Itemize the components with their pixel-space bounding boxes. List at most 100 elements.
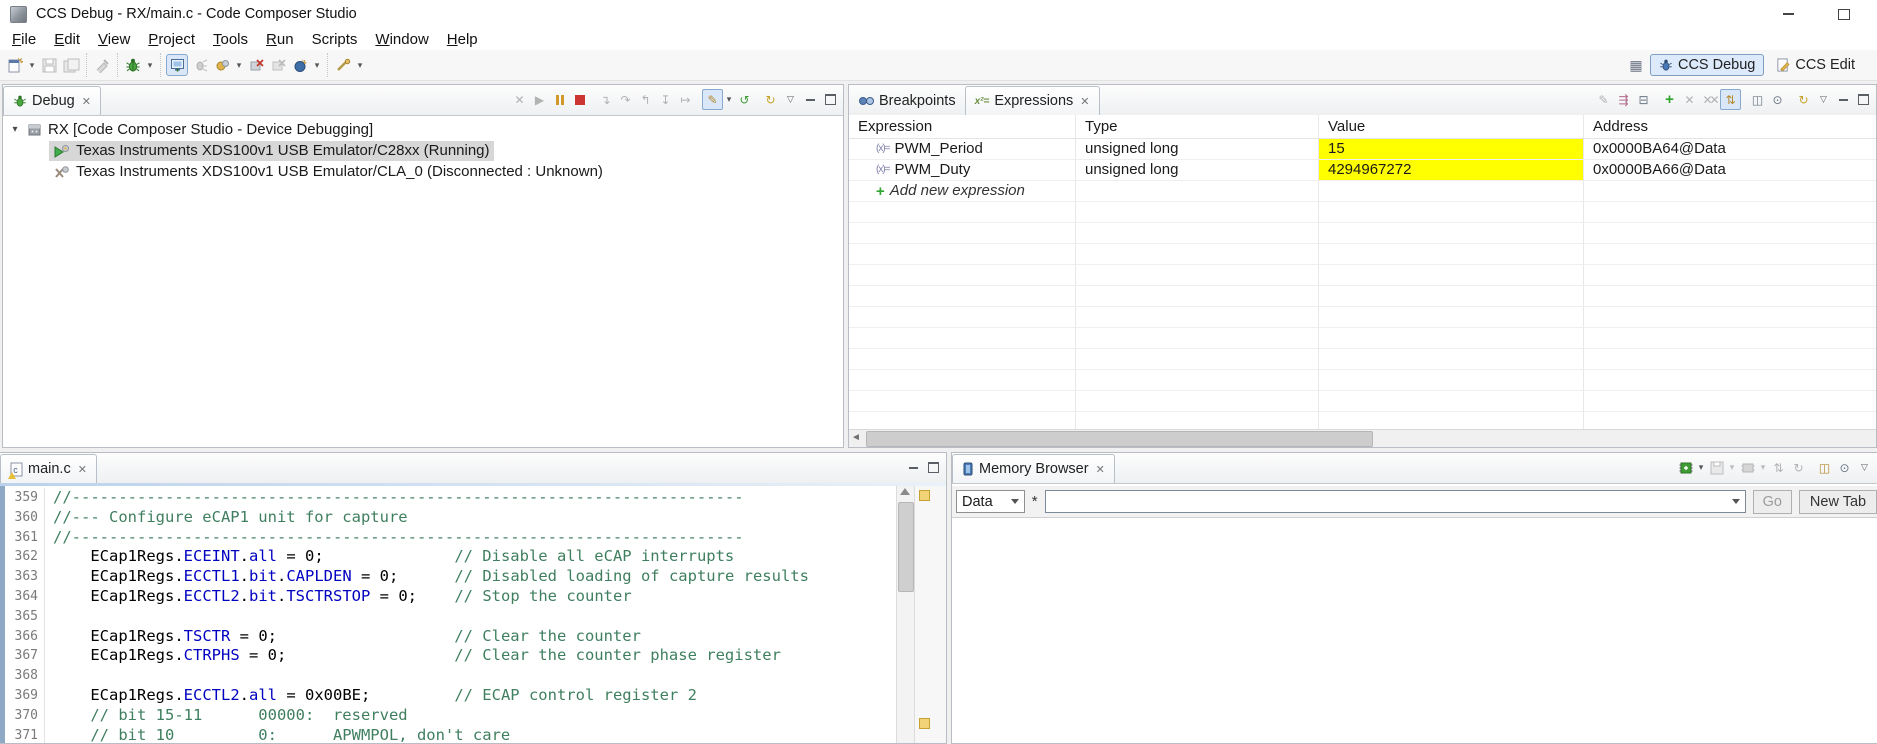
menu-item-help[interactable]: Help [438, 30, 487, 49]
code-area[interactable]: 359 //-----------------------------------… [5, 488, 899, 743]
refresh-icon[interactable]: ↻ [1794, 90, 1813, 109]
maximize-view-icon[interactable] [924, 458, 943, 477]
warning-marker-icon[interactable] [919, 718, 930, 729]
profile-dropdown-icon[interactable]: ▾ [234, 60, 244, 71]
close-icon[interactable]: ✕ [82, 95, 91, 108]
instruction-step-icon[interactable]: ↦ [676, 90, 695, 109]
tab-expressions[interactable]: x²= Expressions ✕ [964, 86, 1100, 115]
view-menu-icon[interactable]: ▽ [781, 90, 800, 109]
debug-dropdown-icon[interactable]: ▾ [145, 60, 155, 71]
debug-tree-item[interactable]: ▾ RX [Code Composer Studio - Device Debug… [3, 119, 843, 140]
load-dropdown-icon[interactable]: ▾ [1696, 462, 1706, 473]
tab-breakpoints[interactable]: Breakpoints [849, 87, 965, 115]
flash-icon[interactable] [290, 55, 310, 75]
save-all-icon[interactable] [61, 55, 81, 75]
view-menu-icon[interactable]: ▽ [1855, 458, 1874, 477]
menu-item-tools[interactable]: Tools [204, 30, 257, 49]
debug-tree[interactable]: ▾ RX [Code Composer Studio - Device Debug… [3, 116, 843, 182]
suspend-icon[interactable] [550, 90, 569, 109]
add-expression-row[interactable]: + Add new expression [849, 181, 1876, 202]
assembly-step-mode-icon[interactable]: ✎ [702, 89, 723, 110]
refresh-icon[interactable]: ↻ [1789, 458, 1808, 477]
tree-layout-icon[interactable]: ⇶ [1614, 90, 1633, 109]
new-tab-button[interactable]: New Tab [1799, 489, 1877, 514]
pin-view-icon[interactable]: ⊙ [1835, 458, 1854, 477]
new-view-icon[interactable]: ◫ [1748, 90, 1767, 109]
profile-icon[interactable] [212, 55, 232, 75]
debug-tree-item[interactable]: Texas Instruments XDS100v1 USB Emulator/… [3, 161, 843, 182]
warning-marker-icon[interactable] [919, 490, 930, 501]
close-icon[interactable]: ✕ [1096, 463, 1105, 476]
menu-item-edit[interactable]: Edit [45, 30, 89, 49]
build-icon[interactable] [92, 55, 112, 75]
column-header-value[interactable]: Value [1319, 115, 1584, 138]
drop-to-frame-icon[interactable]: ↧ [656, 90, 675, 109]
editor-vscrollbar[interactable] [896, 486, 914, 743]
collapse-all-icon[interactable]: ⊟ [1634, 90, 1653, 109]
scroll-up-icon[interactable] [900, 488, 910, 495]
connect-target-icon[interactable] [166, 54, 188, 76]
save-icon[interactable] [39, 55, 59, 75]
refresh-values-icon[interactable]: ⇅ [1720, 89, 1741, 110]
swap-view-icon[interactable]: ⇅ [1769, 458, 1788, 477]
menu-item-scripts[interactable]: Scripts [303, 30, 367, 49]
minimize-view-icon[interactable] [801, 90, 820, 109]
remove-all-expressions-icon[interactable]: ✕✕ [1700, 90, 1719, 109]
maximize-view-icon[interactable] [821, 90, 840, 109]
expression-row[interactable]: (x)= PWM_Period unsigned long 15 0x0000BA64@… [849, 139, 1876, 160]
perspective-ccs-edit[interactable]: CCS Edit [1768, 55, 1863, 75]
debug-icon[interactable] [123, 55, 143, 75]
maximize-window-button[interactable] [1829, 3, 1859, 25]
resume-icon[interactable]: ▶ [530, 90, 549, 109]
save-memory-icon[interactable] [1707, 458, 1726, 477]
view-menu-icon[interactable]: ▽ [1814, 90, 1833, 109]
address-input[interactable] [1044, 490, 1746, 513]
close-icon[interactable]: ✕ [78, 463, 87, 476]
reset-all-icon[interactable] [268, 55, 288, 75]
show-type-names-icon[interactable]: ✎ [1594, 90, 1613, 109]
tab-debug[interactable]: Debug ✕ [3, 86, 101, 115]
step-return-icon[interactable]: ↰ [636, 90, 655, 109]
flash-dropdown-icon[interactable]: ▾ [312, 60, 322, 71]
tab-main-c[interactable]: c main.c ✕ [0, 454, 97, 483]
add-expression-icon[interactable]: + [1660, 90, 1679, 109]
column-header-expression[interactable]: Expression [849, 115, 1076, 138]
step-mode-dropdown-icon[interactable]: ▾ [724, 94, 734, 105]
disconnect-icon[interactable]: ✕ [510, 90, 529, 109]
debug-tree-item[interactable]: Texas Instruments XDS100v1 USB Emulator/… [3, 140, 843, 161]
column-header-type[interactable]: Type [1076, 115, 1319, 138]
pin-view-icon[interactable]: ⊙ [1768, 90, 1787, 109]
new-dropdown-icon[interactable]: ▾ [27, 60, 37, 71]
trace-icon[interactable] [333, 55, 353, 75]
column-header-address[interactable]: Address [1584, 115, 1876, 138]
scrollbar-thumb[interactable] [866, 431, 1373, 447]
restart-icon[interactable]: ↺ [735, 90, 754, 109]
minimize-view-icon[interactable] [1834, 90, 1853, 109]
reset-cpu-icon[interactable] [246, 55, 266, 75]
minimize-window-button[interactable] [1773, 3, 1803, 25]
code-editor[interactable]: 359 //-----------------------------------… [0, 486, 946, 743]
fill-dropdown-icon[interactable]: ▾ [1758, 462, 1768, 473]
menu-item-run[interactable]: Run [257, 30, 303, 49]
go-button[interactable]: Go [1752, 489, 1792, 514]
close-icon[interactable]: ✕ [1080, 95, 1089, 108]
expand-arrow-icon[interactable]: ▾ [7, 124, 23, 135]
expressions-table[interactable]: Expression Type Value Address (x)= PWM_Period… [849, 115, 1876, 430]
step-hardware-icon[interactable] [190, 55, 210, 75]
scroll-left-icon[interactable]: ◄ [851, 432, 861, 443]
menu-item-project[interactable]: Project [139, 30, 204, 49]
maximize-view-icon[interactable] [1854, 90, 1873, 109]
open-perspective-icon[interactable]: ▦ [1626, 55, 1646, 75]
terminate-icon[interactable] [570, 90, 589, 109]
tab-memory-browser[interactable]: Memory Browser ✕ [952, 454, 1115, 483]
add-expression-cell[interactable]: + Add new expression [849, 181, 1076, 201]
expression-row[interactable]: (x)= PWM_Duty unsigned long 4294967272 0x000… [849, 160, 1876, 181]
new-view-icon[interactable]: ◫ [1815, 458, 1834, 477]
menu-item-file[interactable]: File [3, 30, 45, 49]
scrollbar-thumb[interactable] [898, 502, 914, 592]
save-dropdown-icon[interactable]: ▾ [1727, 462, 1737, 473]
perspective-ccs-debug[interactable]: CCS Debug [1649, 54, 1765, 76]
new-file-icon[interactable] [5, 55, 25, 75]
step-into-icon[interactable]: ↴ [596, 90, 615, 109]
trace-dropdown-icon[interactable]: ▾ [355, 60, 365, 71]
